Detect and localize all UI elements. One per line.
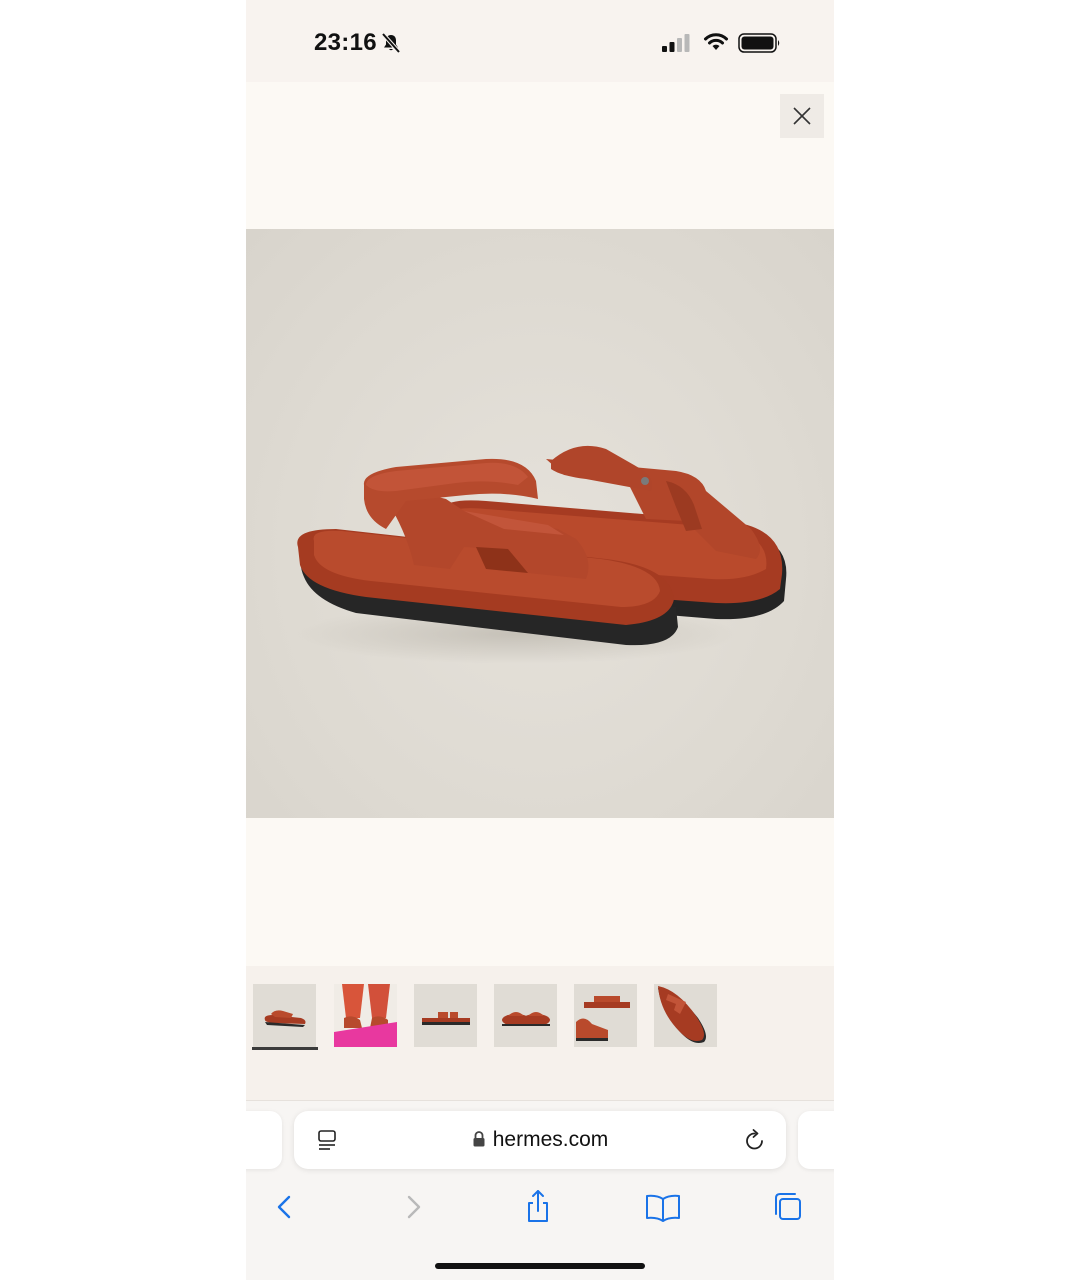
cellular-signal-icon: [662, 34, 690, 52]
back-arrow-icon[interactable]: [265, 1187, 305, 1227]
thumbnail-image: [253, 984, 316, 1047]
thumbnail-6[interactable]: [654, 984, 717, 1047]
thumbnail-image: [574, 984, 637, 1047]
reload-icon[interactable]: [742, 1128, 768, 1154]
thumbnail-image: [334, 984, 397, 1047]
close-button[interactable]: [780, 94, 824, 138]
thumbnail-image: [414, 984, 477, 1047]
bookmarks-icon[interactable]: [643, 1187, 683, 1227]
url-text: hermes.com: [492, 1128, 609, 1151]
status-bar: 23:16: [246, 0, 834, 82]
page-menu-icon[interactable]: [316, 1129, 340, 1153]
phone-screen: 23:16 hermes.com: [246, 0, 834, 1280]
home-indicator: [435, 1263, 645, 1269]
close-icon: [793, 107, 811, 125]
main-product-image[interactable]: [246, 229, 834, 818]
battery-icon: [738, 33, 780, 53]
thumbnail-4[interactable]: [494, 984, 557, 1047]
sandal-illustration: [296, 445, 787, 664]
selected-thumbnail-indicator: [252, 1047, 318, 1050]
share-icon[interactable]: [518, 1187, 558, 1227]
image-viewer: [246, 82, 834, 966]
lock-icon: [473, 1131, 485, 1147]
forward-arrow-icon[interactable]: [393, 1187, 433, 1227]
thumbnail-3[interactable]: [414, 984, 477, 1047]
thumbnail-1[interactable]: [253, 984, 316, 1047]
thumbnail-image: [494, 984, 557, 1047]
status-time: 23:16: [314, 29, 377, 56]
address-bar[interactable]: hermes.com: [294, 1111, 786, 1169]
previous-tab-preview[interactable]: [246, 1111, 282, 1169]
browser-bottom-bar: hermes.com: [246, 1101, 834, 1280]
thumbnail-2[interactable]: [334, 984, 397, 1047]
next-tab-preview[interactable]: [798, 1111, 834, 1169]
wifi-icon: [704, 33, 728, 50]
thumbnail-strip: [246, 966, 834, 1102]
browser-toolbar: [246, 1183, 834, 1233]
url-container: hermes.com: [294, 1111, 786, 1169]
bell-off-icon: [381, 32, 401, 54]
thumbnail-image: [654, 984, 717, 1047]
tabs-icon[interactable]: [769, 1187, 809, 1227]
thumbnail-5[interactable]: [574, 984, 637, 1047]
